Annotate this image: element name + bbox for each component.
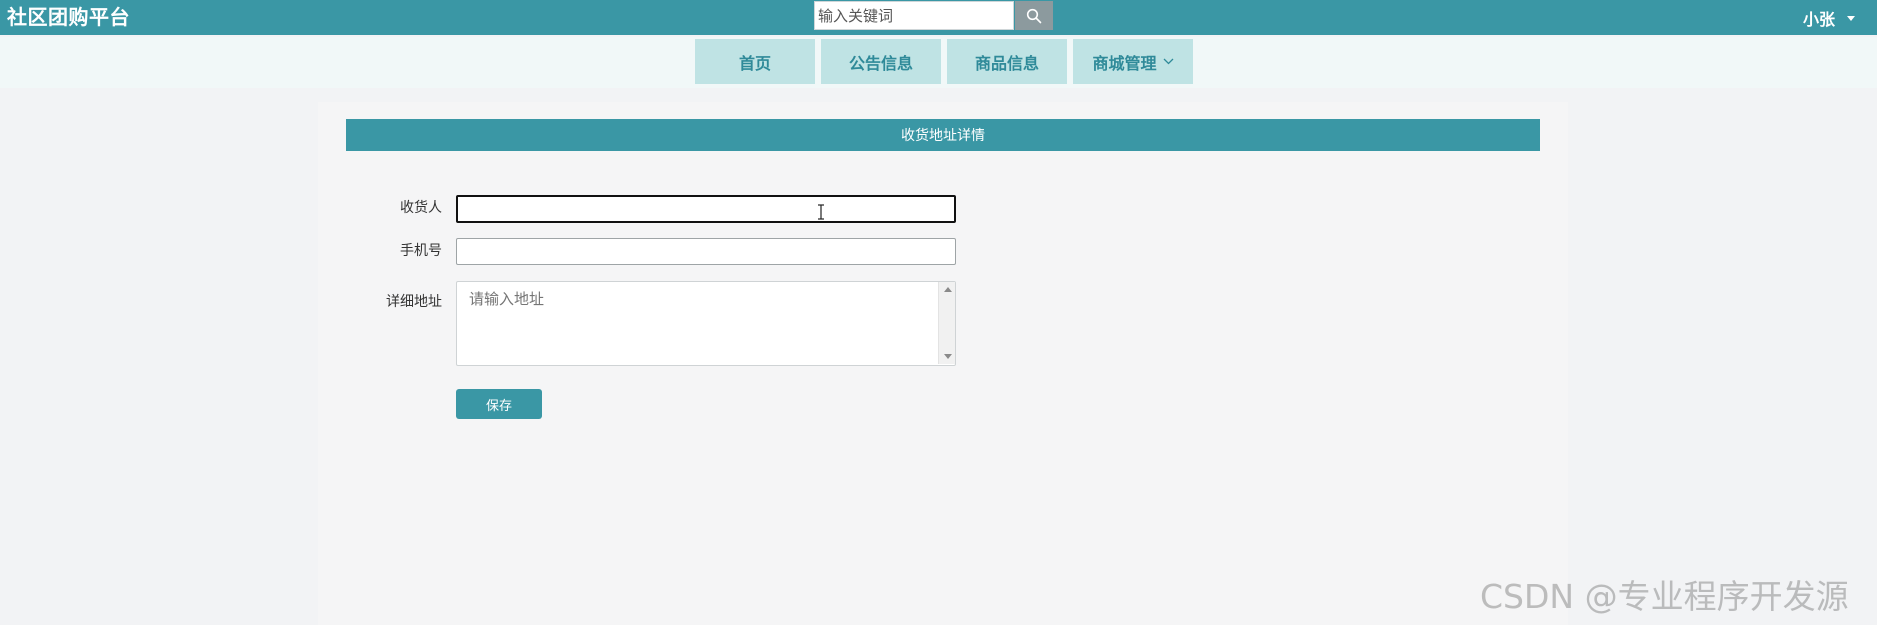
user-name: 小张	[1802, 10, 1835, 29]
scroll-down-icon[interactable]	[944, 354, 952, 359]
nav-item-label: 公告信息	[848, 53, 913, 73]
phone-label: 手机号	[400, 243, 442, 259]
nav-item-label: 首页	[738, 53, 771, 73]
nav-item-mall-management[interactable]: 商城管理	[1073, 39, 1193, 84]
receiver-input[interactable]	[456, 195, 956, 223]
site-title[interactable]: 社区团购平台	[7, 5, 130, 29]
top-bar: 社区团购平台 小张	[0, 0, 1877, 35]
address-label: 详细地址	[386, 294, 442, 310]
scroll-up-icon[interactable]	[944, 287, 952, 292]
text-cursor-icon	[818, 204, 824, 220]
watermark: CSDN @专业程序开发源	[1480, 577, 1849, 616]
nav-item-label: 商品信息	[974, 53, 1039, 73]
search-box[interactable]	[814, 1, 1014, 30]
phone-input[interactable]	[456, 238, 956, 265]
search-input[interactable]	[815, 2, 1013, 29]
search-button[interactable]	[1015, 1, 1053, 30]
nav-bar: 首页 公告信息 商品信息 商城管理	[0, 37, 1877, 88]
receiver-label: 收货人	[400, 200, 442, 216]
search-icon	[1026, 8, 1042, 23]
save-button[interactable]: 保存	[456, 389, 542, 419]
caret-down-icon	[1847, 15, 1855, 21]
nav-item-products[interactable]: 商品信息	[947, 39, 1067, 84]
chevron-down-icon	[1163, 58, 1173, 65]
address-textarea[interactable]	[456, 281, 956, 366]
nav-item-home[interactable]: 首页	[695, 39, 815, 84]
textarea-scrollbar[interactable]	[938, 282, 955, 364]
nav-item-announcements[interactable]: 公告信息	[821, 39, 941, 84]
panel-title: 收货地址详情	[346, 119, 1540, 151]
user-menu[interactable]: 小张	[1803, 6, 1855, 30]
nav-item-label: 商城管理	[1092, 53, 1157, 73]
